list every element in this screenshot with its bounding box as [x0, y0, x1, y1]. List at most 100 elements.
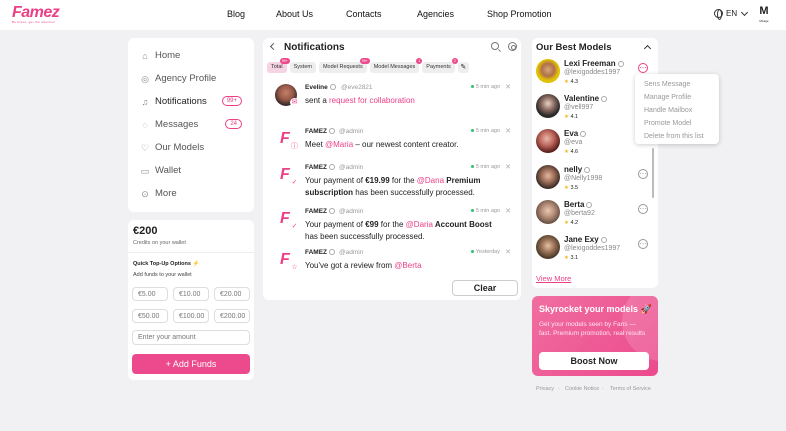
topup-option[interactable]: €10.00	[173, 287, 209, 301]
nav-agencies[interactable]: Agencies	[417, 9, 454, 19]
search-icon[interactable]	[491, 42, 499, 50]
notifications-count-badge: 99+	[221, 96, 242, 106]
nav-shop-promotion[interactable]: Shop Promotion	[487, 9, 552, 19]
language-selector[interactable]: EN	[714, 8, 749, 20]
close-icon[interactable]: ✕	[505, 207, 511, 215]
verified-icon	[329, 164, 336, 171]
avatar	[536, 129, 560, 153]
model-link[interactable]: @Maria	[325, 140, 353, 149]
sender-handle: @admin	[339, 249, 364, 256]
clear-button[interactable]: Clear	[452, 280, 518, 296]
sidebar-item-home[interactable]: ⌂ Home	[128, 44, 254, 67]
model-handle: @lexigoddes1997	[564, 69, 621, 76]
settings-icon[interactable]	[508, 42, 517, 51]
footer-separator: ·	[558, 386, 560, 392]
verified-icon	[600, 236, 607, 243]
chat-icon: ◌	[142, 119, 148, 130]
tab-system[interactable]: System	[289, 62, 316, 73]
check-icon: ✓	[290, 222, 299, 231]
sidebar-item-label: Wallet	[155, 165, 182, 176]
menu-send-message[interactable]: Sens Message	[644, 78, 719, 91]
sidebar-item-our-models[interactable]: ♡ Our Models	[128, 136, 254, 159]
more-options-icon[interactable]: ⋯	[638, 63, 648, 73]
sidebar-item-label: Notifications	[155, 96, 207, 107]
close-icon[interactable]: ✕	[505, 83, 511, 91]
boost-now-button[interactable]: Boost Now	[539, 352, 649, 370]
user-link[interactable]: @Berta	[394, 261, 421, 270]
back-arrow-icon[interactable]	[269, 42, 278, 51]
tab-model-messages[interactable]: Model Messages 1	[369, 58, 423, 73]
verified-icon	[586, 201, 593, 208]
nav-blog[interactable]: Blog	[227, 9, 245, 19]
topup-option[interactable]: €5.00	[132, 287, 168, 301]
wallet-icon: ▭	[140, 165, 150, 176]
notification-text: Your payment of €19.99 for the @Dana Pre…	[305, 176, 481, 197]
model-handle: @berta92	[564, 210, 595, 217]
collaboration-link[interactable]: request for collaboration	[329, 96, 415, 105]
edit-icon[interactable]: ✎	[457, 62, 469, 73]
footer-separator: ·	[602, 386, 604, 392]
sidebar-item-notifications[interactable]: ♫ Notifications 99+	[128, 90, 254, 113]
footer-privacy-link[interactable]: Privacy	[536, 386, 554, 392]
page-title: Notifications	[284, 42, 345, 53]
model-link[interactable]: @Daria	[406, 220, 433, 229]
promo-card: Skyrocket your models 🚀 Get your models …	[532, 296, 658, 376]
menu-delete-from-list[interactable]: Delete from this list	[644, 130, 719, 143]
sidebar-item-wallet[interactable]: ▭ Wallet	[128, 159, 254, 182]
add-funds-button[interactable]: + Add Funds	[132, 354, 250, 374]
star-icon: ★	[564, 149, 569, 155]
footer-cookie-link[interactable]: Cookie Notice	[565, 386, 599, 392]
amount-input[interactable]: Enter your amount	[132, 330, 250, 345]
model-name: Lexi Freeman	[564, 59, 624, 68]
topup-option[interactable]: €200.00	[214, 309, 250, 323]
model-rating: ★ 4.2	[564, 220, 579, 226]
scrollbar[interactable]	[652, 148, 654, 198]
model-item[interactable]: Jane Exy @lexigoddes1997 ★ 3.1 ⋯	[536, 235, 654, 265]
model-item[interactable]: Berta @berta92 ★ 4.2 ⋯	[536, 200, 654, 230]
verified-icon	[584, 166, 591, 173]
nav-contacts[interactable]: Contacts	[346, 9, 382, 19]
model-link[interactable]: @Dana	[417, 176, 444, 185]
close-icon[interactable]: ✕	[505, 127, 511, 135]
sender-name: FAMEZ	[305, 128, 336, 135]
avatar	[536, 200, 560, 224]
more-options-icon[interactable]: ⋯	[638, 169, 648, 179]
model-handle: @eva	[564, 139, 583, 146]
star-icon: ★	[564, 114, 569, 120]
notification-text: sent a request for collaboration	[305, 96, 415, 105]
tab-model-requests[interactable]: Model Requests 99+	[318, 58, 370, 73]
sender-name: Eveline	[305, 84, 336, 91]
menu-handle-mailbox[interactable]: Handle Mailbox	[644, 104, 719, 117]
topup-option[interactable]: €50.00	[132, 309, 168, 323]
sender-handle: @admin	[339, 128, 364, 135]
menu-manage-profile[interactable]: Manage Profile	[644, 91, 719, 104]
more-options-icon[interactable]: ⋯	[638, 239, 648, 249]
chevron-up-icon[interactable]	[643, 44, 652, 53]
timestamp: Yesterday	[470, 249, 500, 255]
sidebar-item-label: Home	[155, 50, 181, 61]
verified-icon	[601, 95, 608, 102]
view-more-link[interactable]: View More	[536, 274, 571, 283]
model-handle: @vell997	[564, 104, 594, 111]
wallet-balance: €200	[133, 225, 158, 237]
menu-promote-model[interactable]: Promote Model	[644, 117, 719, 130]
close-icon[interactable]: ✕	[505, 163, 511, 171]
sidebar-item-agency-profile[interactable]: ◎ Agency Profile	[128, 67, 254, 90]
sidebar-item-label: Messages	[155, 119, 199, 130]
avatar	[536, 165, 560, 189]
nav-about[interactable]: About Us	[276, 9, 313, 19]
more-options-icon[interactable]: ⋯	[638, 204, 648, 214]
footer-terms-link[interactable]: Terms of Service	[610, 386, 651, 392]
tab-total[interactable]: Total 99+	[267, 58, 290, 73]
tab-payments[interactable]: Payments 2	[422, 58, 458, 73]
sender-handle: @admin	[339, 164, 364, 171]
topup-option[interactable]: €20.00	[214, 287, 250, 301]
model-item[interactable]: nelly @Nelly1998 ★ 3.5 ⋯	[536, 165, 654, 195]
sidebar-item-more[interactable]: ⊙ More	[128, 182, 254, 205]
topup-option[interactable]: €100.00	[173, 309, 209, 323]
star-icon: ★	[564, 220, 569, 226]
close-icon[interactable]: ✕	[505, 248, 511, 256]
timestamp: 5 min ago	[470, 84, 500, 90]
check-icon: ✓	[290, 178, 299, 187]
sidebar-item-messages[interactable]: ◌ Messages 24	[128, 113, 254, 136]
